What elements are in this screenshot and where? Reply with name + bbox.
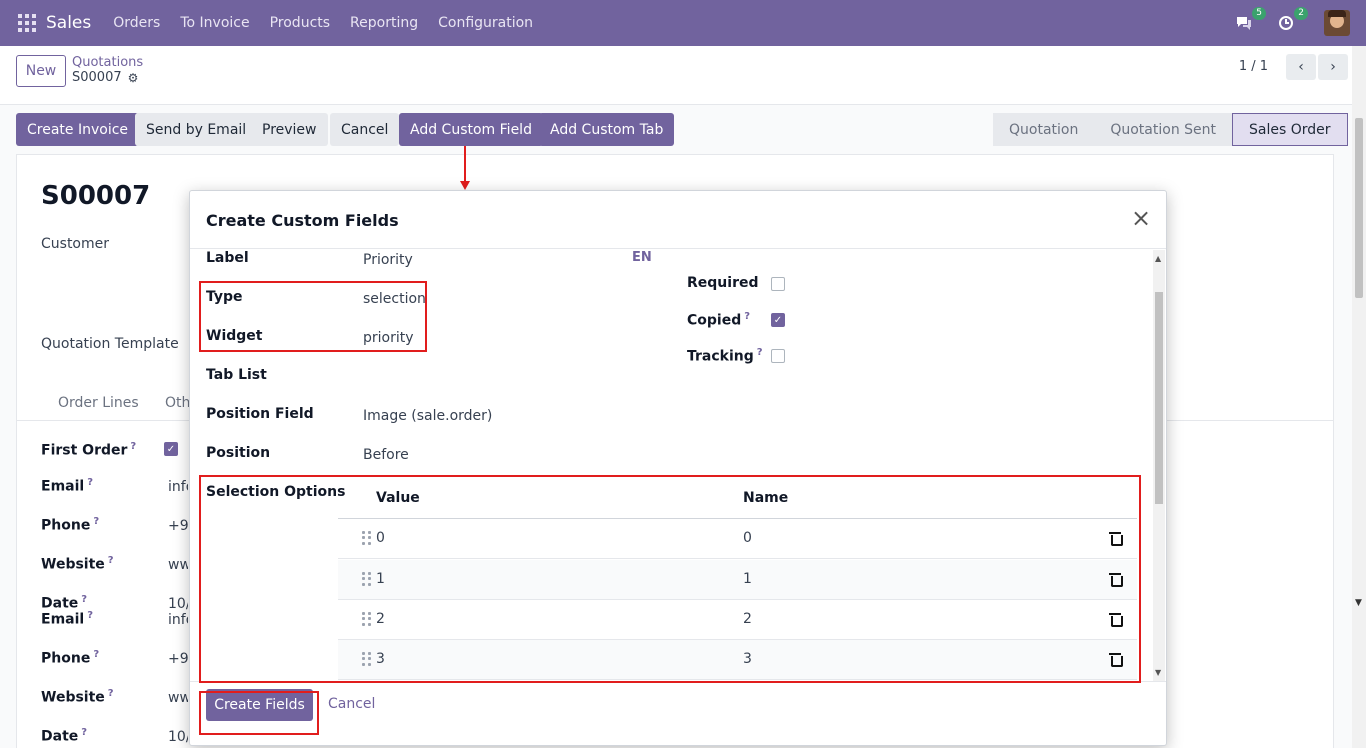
annotation-box-create-fields: [199, 691, 319, 735]
send-by-email-button[interactable]: Send by Email: [135, 113, 258, 146]
customer-label: Customer: [41, 236, 110, 252]
breadcrumb-parent[interactable]: Quotations: [72, 55, 143, 70]
phone-value: +96: [168, 518, 188, 534]
pager-value[interactable]: 1 / 1: [1239, 59, 1268, 74]
chat-badge: 5: [1252, 7, 1266, 20]
label-field-label: Label: [206, 250, 249, 266]
pager-prev-button[interactable]: ‹: [1286, 54, 1316, 80]
position-field-value[interactable]: Image (sale.order): [363, 408, 492, 424]
menu-to-invoice[interactable]: To Invoice: [180, 15, 249, 31]
tracking-checkbox[interactable]: [771, 349, 785, 363]
tab-list-field-label: Tab List: [206, 367, 267, 383]
cancel-order-button[interactable]: Cancel: [330, 113, 400, 146]
annotation-box-type-widget: [199, 281, 427, 352]
page-scrollbar[interactable]: ▼: [1352, 46, 1366, 748]
annotation-arrow-head: [460, 181, 470, 190]
stage-quotation[interactable]: Quotation: [993, 113, 1095, 146]
pager-next-button[interactable]: ›: [1318, 54, 1348, 80]
quotation-template-label: Quotation Template: [41, 336, 179, 352]
phone-value-2: +96: [168, 651, 188, 667]
website-value: ww: [168, 557, 188, 573]
dialog-footer: Create Fields Cancel: [190, 681, 1166, 745]
apps-grid-icon[interactable]: [18, 14, 36, 32]
position-field-label: Position Field: [206, 406, 314, 422]
dialog-scroll-thumb[interactable]: [1155, 292, 1163, 504]
website-label-2: Website?: [41, 688, 114, 706]
copied-label: Copied?: [687, 311, 751, 329]
menu-orders[interactable]: Orders: [113, 15, 160, 31]
copied-checkbox[interactable]: ✓: [771, 313, 785, 327]
required-label: Required: [687, 275, 759, 291]
close-icon[interactable]: ×: [1130, 206, 1152, 230]
activity-badge: 2: [1294, 7, 1308, 20]
app-name[interactable]: Sales: [46, 13, 91, 33]
clock-icon[interactable]: 2: [1274, 7, 1308, 35]
scroll-down-icon[interactable]: ▼: [1355, 598, 1362, 608]
email-value-2: info: [168, 612, 188, 628]
stage-sales-order[interactable]: Sales Order: [1232, 113, 1348, 146]
position-label: Position: [206, 445, 271, 461]
create-invoice-button[interactable]: Create Invoice: [16, 113, 140, 146]
date-value-2: 10/: [168, 729, 188, 745]
order-title: S00007: [41, 181, 151, 211]
menu-products[interactable]: Products: [270, 15, 330, 31]
stage-quotation-sent[interactable]: Quotation Sent: [1094, 113, 1232, 146]
page-scroll-thumb[interactable]: [1355, 118, 1363, 298]
phone-label-2: Phone?: [41, 649, 100, 667]
gear-icon[interactable]: ⚙: [128, 71, 139, 85]
cancel-button[interactable]: Cancel: [328, 696, 375, 712]
status-stages: Quotation Quotation Sent Sales Order: [993, 113, 1348, 146]
control-panel: New Quotations S00007 ⚙ 1 / 1 ‹ ›: [0, 46, 1366, 105]
first-order-label: First Order?: [41, 441, 137, 459]
preview-button[interactable]: Preview: [251, 113, 328, 146]
new-button[interactable]: New: [16, 55, 66, 87]
phone-label: Phone?: [41, 516, 100, 534]
add-custom-tab-button[interactable]: Add Custom Tab: [539, 113, 675, 146]
tab-other[interactable]: Oth: [165, 395, 190, 411]
email-value: info: [168, 479, 188, 495]
dialog-title: Create Custom Fields: [206, 211, 399, 230]
breadcrumb-current: S00007 ⚙: [72, 70, 138, 85]
required-checkbox[interactable]: [771, 277, 785, 291]
first-order-checkbox[interactable]: ✓: [164, 442, 178, 456]
label-field-value[interactable]: Priority: [363, 252, 413, 268]
annotation-arrow: [464, 146, 466, 182]
website-value-2: ww: [168, 690, 188, 706]
menu-configuration[interactable]: Configuration: [438, 15, 533, 31]
breadcrumb-current-label: S00007: [72, 70, 122, 85]
annotation-box-selection-options: [199, 475, 1141, 683]
position-value[interactable]: Before: [363, 447, 409, 463]
date-label-2: Date?: [41, 727, 88, 745]
tab-order-lines[interactable]: Order Lines: [58, 395, 139, 411]
email-label-2: Email?: [41, 610, 94, 628]
date-value: 10/: [168, 596, 188, 612]
add-custom-field-button[interactable]: Add Custom Field: [399, 113, 543, 146]
language-button[interactable]: EN: [632, 250, 652, 265]
scroll-down-icon[interactable]: ▼: [1155, 668, 1161, 677]
user-avatar[interactable]: [1324, 10, 1350, 36]
dialog-header: Create Custom Fields ×: [190, 191, 1166, 249]
chat-icon[interactable]: 5: [1232, 7, 1266, 35]
email-label: Email?: [41, 477, 94, 495]
website-label: Website?: [41, 555, 114, 573]
tracking-label: Tracking?: [687, 347, 763, 365]
dialog-scrollbar[interactable]: ▲ ▼: [1153, 250, 1165, 681]
top-navbar: Sales Orders To Invoice Products Reporti…: [0, 0, 1366, 46]
menu-reporting[interactable]: Reporting: [350, 15, 418, 31]
date-label: Date?: [41, 594, 88, 612]
scroll-up-icon[interactable]: ▲: [1155, 254, 1161, 263]
